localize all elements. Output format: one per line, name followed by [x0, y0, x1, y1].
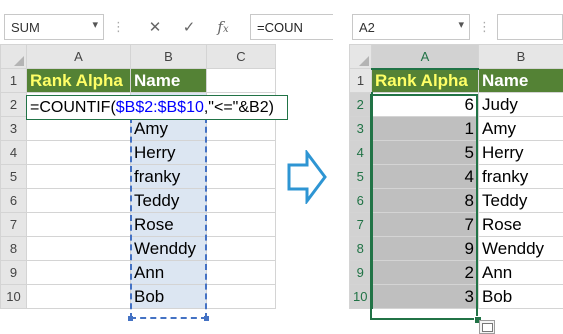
row-header-5[interactable]: 5: [0, 164, 27, 189]
cell-b1-right[interactable]: Name: [478, 68, 563, 93]
formula-part-3: ,"<="&: [203, 99, 250, 116]
cell-a2-formula-editor[interactable]: =COUNTIF($B$2:$B$10,"<="&B2): [26, 95, 288, 120]
cell-c4[interactable]: [206, 140, 276, 165]
formula-buttons: ✕ ✓ fx: [136, 14, 246, 40]
cell-b1[interactable]: Name: [130, 68, 207, 93]
row-header-7[interactable]: 7: [0, 212, 27, 237]
cell-c10[interactable]: [206, 284, 276, 309]
col-header-a-right[interactable]: A: [371, 44, 479, 70]
row-header-4-right[interactable]: 4: [349, 140, 373, 165]
formula-range-highlight: [130, 117, 207, 319]
selection-range-a2-a10: [370, 94, 478, 320]
row-header-8[interactable]: 8: [0, 236, 27, 261]
name-box-value: SUM: [11, 20, 40, 35]
cell-a1-right[interactable]: Rank Alpha: [371, 68, 479, 93]
formula-bar-text: =COUN: [257, 20, 303, 35]
row-header-5-right[interactable]: 5: [349, 164, 373, 189]
cell-c8[interactable]: [206, 236, 276, 261]
cell-b2-right[interactable]: Judy: [478, 92, 563, 117]
row-header-4[interactable]: 4: [0, 140, 27, 165]
col-header-b-right[interactable]: B: [478, 44, 563, 69]
cell-c9[interactable]: [206, 260, 276, 285]
cell-c7[interactable]: [206, 212, 276, 237]
formula-part-4: B2: [249, 99, 269, 116]
name-box-right[interactable]: A2 ▾: [352, 14, 470, 40]
right-arrow-icon: [287, 150, 327, 204]
select-all-icon[interactable]: [349, 44, 372, 69]
row-header-2-right[interactable]: 2: [349, 92, 373, 117]
dropdown-icon[interactable]: ▾: [458, 18, 464, 31]
cell-c1[interactable]: [206, 68, 276, 93]
cell-b5-right[interactable]: franky: [478, 164, 563, 189]
cell-b8-right[interactable]: Wenddy: [478, 236, 563, 261]
row-header-1[interactable]: 1: [0, 68, 27, 93]
formula-part-1: =COUNTIF(: [30, 99, 116, 116]
cell-b4-right[interactable]: Herry: [478, 140, 563, 165]
row-header-6-right[interactable]: 6: [349, 188, 373, 213]
col-header-b[interactable]: B: [130, 44, 207, 69]
row-header-10-right[interactable]: 10: [349, 284, 373, 309]
cell-a3[interactable]: [26, 116, 131, 141]
row-header-8-right[interactable]: 8: [349, 236, 373, 261]
drag-dots: ⋮: [112, 20, 125, 35]
cell-a1[interactable]: Rank Alpha: [26, 68, 131, 93]
row-header-1-right[interactable]: 1: [349, 68, 372, 93]
formula-part-5: ): [268, 99, 274, 116]
name-box-value-right: A2: [359, 20, 375, 35]
col-header-a[interactable]: A: [26, 44, 131, 69]
row-header-10[interactable]: 10: [0, 284, 27, 309]
row-header-3[interactable]: 3: [0, 116, 27, 141]
cell-a8[interactable]: [26, 236, 131, 261]
row-header-2[interactable]: 2: [0, 92, 27, 117]
cancel-icon[interactable]: ✕: [140, 14, 170, 40]
formula-bar-left[interactable]: =COUN: [250, 14, 333, 40]
select-all-icon[interactable]: [0, 44, 27, 69]
name-box-left[interactable]: SUM ▾: [4, 14, 104, 40]
cell-a5[interactable]: [26, 164, 131, 189]
cell-a7[interactable]: [26, 212, 131, 237]
cell-c6[interactable]: [206, 188, 276, 213]
row-header-6[interactable]: 6: [0, 188, 27, 213]
cell-b7-right[interactable]: Rose: [478, 212, 563, 237]
cell-c5[interactable]: [206, 164, 276, 189]
formula-range-ref: $B$2:$B$10: [115, 99, 204, 116]
col-header-c[interactable]: C: [206, 44, 276, 69]
row-header-7-right[interactable]: 7: [349, 212, 373, 237]
cell-b6-right[interactable]: Teddy: [478, 188, 563, 213]
drag-dots-right: ⋮: [478, 20, 491, 35]
cell-a10[interactable]: [26, 284, 131, 309]
cell-b3-right[interactable]: Amy: [478, 116, 563, 141]
row-header-9-right[interactable]: 9: [349, 260, 373, 285]
range-handle-bl[interactable]: [128, 316, 133, 321]
paste-options-icon[interactable]: [479, 320, 495, 334]
enter-icon[interactable]: ✓: [174, 14, 204, 40]
formula-bar-right[interactable]: [497, 14, 563, 40]
row-header-3-right[interactable]: 3: [349, 116, 373, 141]
dropdown-icon[interactable]: ▾: [92, 18, 98, 31]
cell-c3[interactable]: [206, 116, 276, 141]
cell-b9-right[interactable]: Ann: [478, 260, 563, 285]
cell-a6[interactable]: [26, 188, 131, 213]
cell-b10-right[interactable]: Bob: [478, 284, 563, 309]
insert-function-icon[interactable]: fx: [208, 14, 238, 40]
range-handle-br[interactable]: [204, 316, 209, 321]
cell-a4[interactable]: [26, 140, 131, 165]
cell-a9[interactable]: [26, 260, 131, 285]
row-header-9[interactable]: 9: [0, 260, 27, 285]
